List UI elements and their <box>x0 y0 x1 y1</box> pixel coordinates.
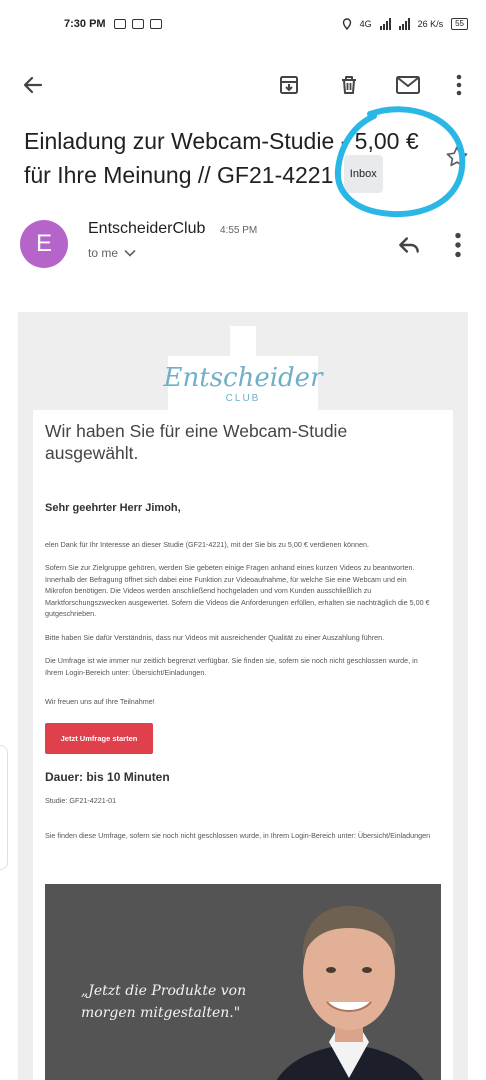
recipient-text: to me <box>88 246 119 260</box>
mail-icon <box>396 76 420 94</box>
system-icons: 4G 26 K/s 55 <box>342 18 468 30</box>
email-body: Entscheider CLUB Wir haben Sie für eine … <box>18 312 468 1080</box>
status-time: 7:30 PM <box>64 18 106 30</box>
reply-icon[interactable] <box>396 232 422 258</box>
email-time: 4:55 PM <box>220 225 258 236</box>
edge-panel-handle[interactable] <box>0 745 8 870</box>
back-arrow-icon <box>23 76 43 94</box>
portrait-image <box>276 905 424 1080</box>
delete-button[interactable] <box>334 70 364 100</box>
recipient-toggle[interactable]: to me <box>88 246 136 260</box>
logo-text: Entscheider <box>163 362 323 393</box>
more-options-button[interactable] <box>444 70 474 100</box>
start-survey-button[interactable]: Jetzt Umfrage starten <box>45 723 153 754</box>
sender-avatar[interactable]: E <box>20 220 68 268</box>
email-toolbar <box>0 60 486 110</box>
inbox-label[interactable]: Inbox <box>343 155 383 193</box>
email-subject: Einladung zur Webcam-Studie - 5,00 € für… <box>24 124 444 196</box>
message-notification-icon <box>149 19 162 29</box>
network-type: 4G <box>359 19 372 29</box>
notification-icons <box>113 19 162 29</box>
gallery-notification-icon <box>113 19 126 29</box>
battery-icon: 55 <box>451 18 468 30</box>
sender-name[interactable]: EntscheiderClub <box>88 220 205 238</box>
archive-icon <box>280 76 298 94</box>
location-icon <box>342 18 351 30</box>
email-headline: Wir haben Sie für eine Webcam-Studie aus… <box>45 421 348 463</box>
paragraph-closing: Wir freuen uns auf Ihre Teilnahme! <box>45 697 155 706</box>
app-notification-icon <box>131 19 144 29</box>
paragraph-thanks: elen Dank für Ihr Interesse an dieser St… <box>45 540 370 549</box>
chevron-down-icon <box>124 249 136 257</box>
back-button[interactable] <box>18 70 48 100</box>
status-bar: 7:30 PM 4G 26 K/s 55 <box>0 0 486 48</box>
signal-2-icon <box>398 18 410 30</box>
paragraph-quality: Bitte haben Sie dafür Verständnis, dass … <box>45 633 385 642</box>
trash-icon <box>342 76 356 94</box>
signal-icon <box>379 18 391 30</box>
logo-subtext: CLUB <box>225 392 261 404</box>
survey-duration: Dauer: bis 10 Minuten <box>45 770 170 784</box>
email-content-card: Wir haben Sie für eine Webcam-Studie aus… <box>33 410 453 1080</box>
paragraph-login-hint: Sie finden diese Umfrage, sofern sie noc… <box>45 831 431 840</box>
mark-unread-button[interactable] <box>393 70 423 100</box>
star-icon[interactable] <box>444 144 470 170</box>
email-greeting: Sehr geehrter Herr Jimoh, <box>45 502 181 514</box>
study-id: Studie: GF21-4221-01 <box>45 796 117 805</box>
paragraph-availability: Die Umfrage ist wie immer nur zeitlich b… <box>45 656 418 677</box>
archive-button[interactable] <box>274 70 304 100</box>
paragraph-instructions: Sofern Sie zur Zielgruppe gehören, werde… <box>45 563 430 618</box>
data-rate: 26 K/s <box>417 19 444 29</box>
sender-more-icon[interactable] <box>448 232 468 258</box>
hero-banner[interactable]: „Jetzt die Produkte von morgen mitgestal… <box>45 884 441 1080</box>
entscheider-club-logo[interactable]: Entscheider CLUB <box>164 356 323 412</box>
more-vert-icon <box>456 74 462 96</box>
